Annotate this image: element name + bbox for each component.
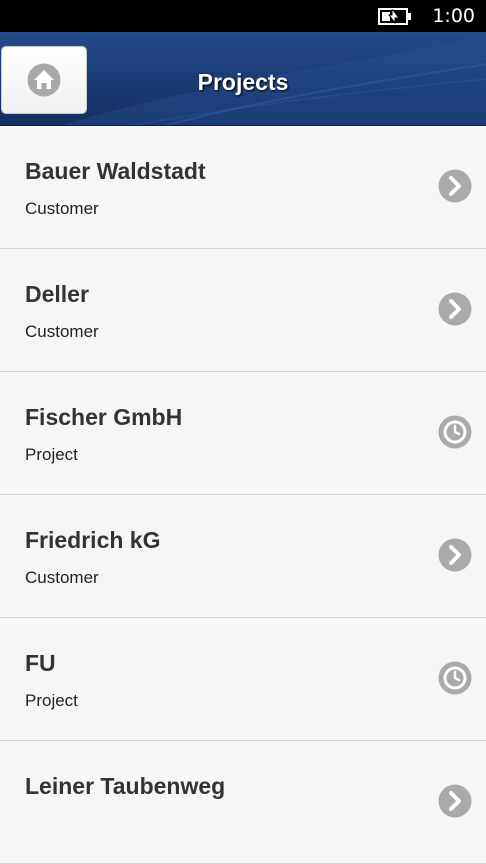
- battery-charging-icon: [378, 8, 411, 25]
- list-item[interactable]: Friedrich kG Customer: [0, 495, 486, 618]
- list-item[interactable]: Bauer Waldstadt Customer: [0, 126, 486, 249]
- list-item[interactable]: Deller Customer: [0, 249, 486, 372]
- list-item[interactable]: FU Project: [0, 618, 486, 741]
- item-subtitle: Customer: [25, 568, 99, 587]
- app-header: Projects: [0, 32, 486, 127]
- chevron-right-icon[interactable]: [438, 784, 472, 818]
- clock-icon[interactable]: [438, 661, 472, 695]
- page-title: Projects: [197, 69, 289, 95]
- list-item[interactable]: Leiner Taubenweg: [0, 741, 486, 864]
- chevron-right-icon[interactable]: [438, 292, 472, 326]
- item-title: Bauer Waldstadt: [25, 158, 206, 184]
- clock-icon[interactable]: [438, 415, 472, 449]
- chevron-right-icon[interactable]: [438, 169, 472, 203]
- status-bar: 1:00: [0, 0, 486, 32]
- item-title: Leiner Taubenweg: [25, 773, 226, 799]
- projects-list: Bauer Waldstadt Customer Deller Customer…: [0, 126, 486, 864]
- item-subtitle: Customer: [25, 322, 99, 341]
- item-title: Friedrich kG: [25, 527, 161, 553]
- item-title: FU: [25, 650, 56, 676]
- item-subtitle: Customer: [25, 199, 99, 218]
- chevron-right-icon[interactable]: [438, 538, 472, 572]
- item-title: Fischer GmbH: [25, 404, 183, 430]
- item-subtitle: Project: [25, 691, 78, 710]
- list-item[interactable]: Fischer GmbH Project: [0, 372, 486, 495]
- item-title: Deller: [25, 281, 89, 307]
- status-time: 1:00: [432, 5, 475, 27]
- item-subtitle: Project: [25, 445, 78, 464]
